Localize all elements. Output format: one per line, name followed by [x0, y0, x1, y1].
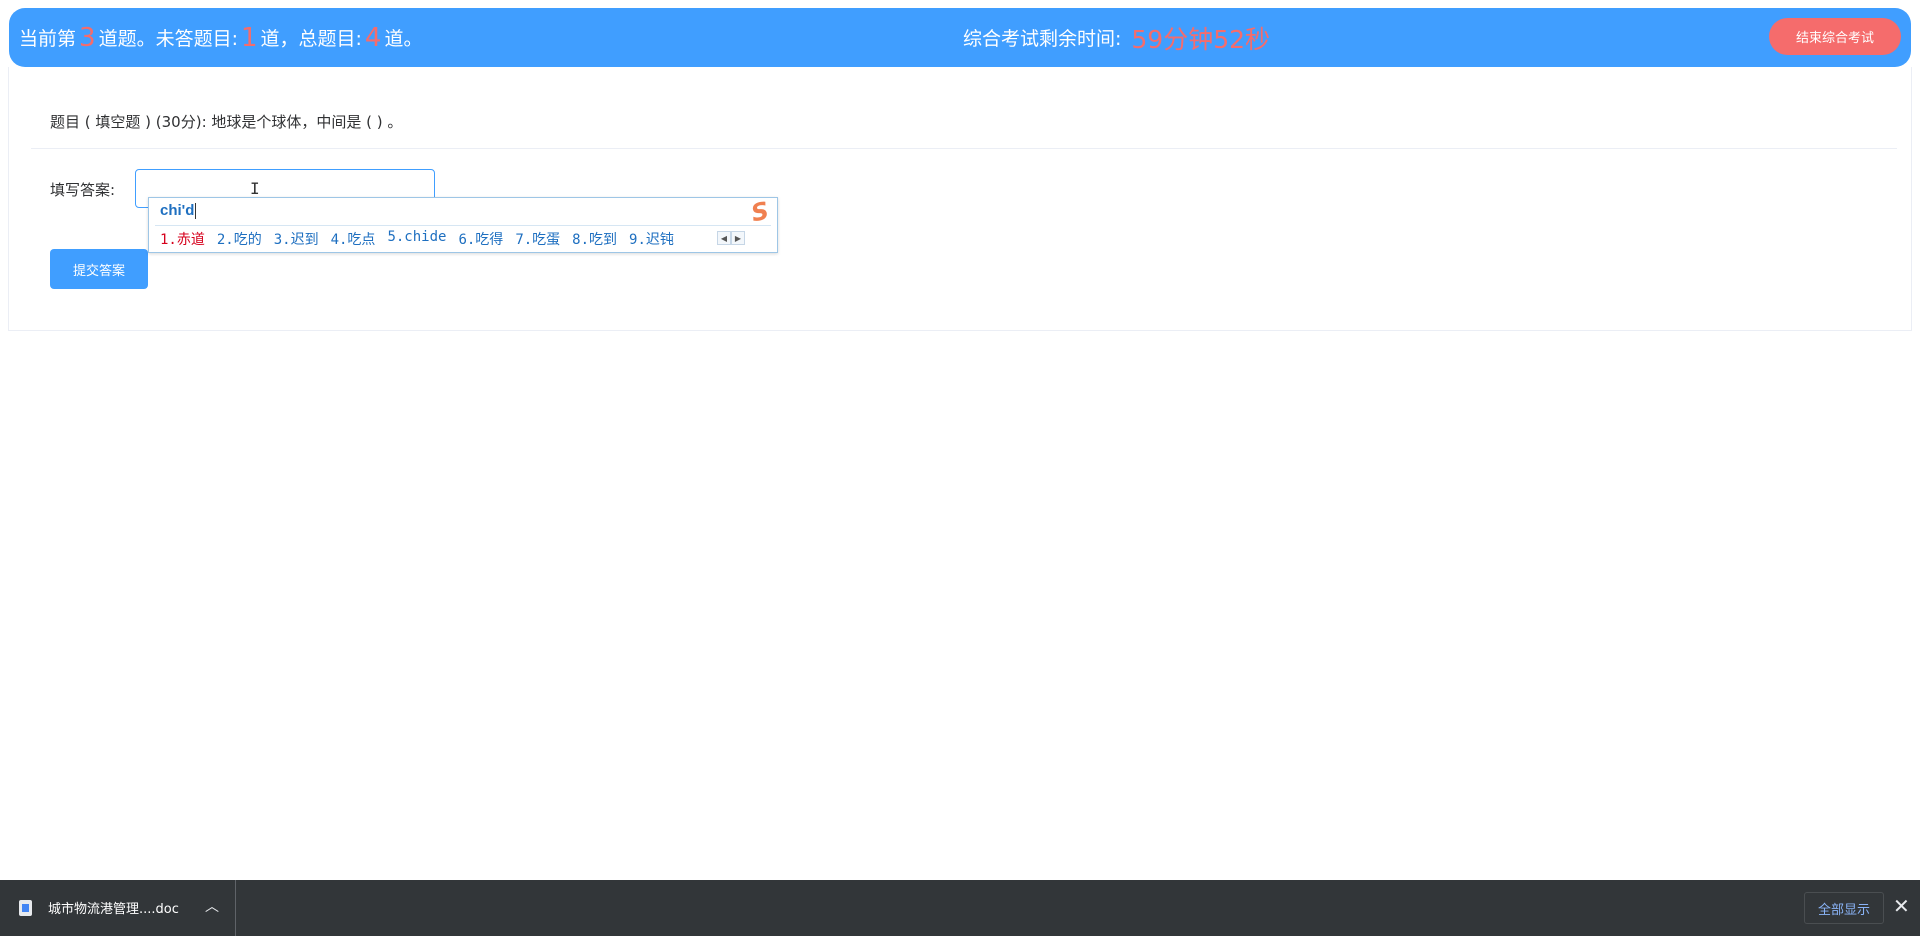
- close-icon[interactable]: ✕: [1893, 894, 1910, 918]
- current-question-number: 3: [79, 22, 96, 53]
- ime-candidate-window: chi'd S 1.赤道 2.吃的 3.迟到 4.吃点 5.chide 6.吃得…: [148, 197, 778, 253]
- download-item[interactable]: 城市物流港管理....doc ︿: [0, 880, 236, 936]
- ime-caret: [195, 203, 197, 220]
- ime-candidate[interactable]: 7.吃蛋: [515, 229, 560, 249]
- ime-candidate[interactable]: 5.chide: [387, 229, 446, 249]
- question-progress: 当前第 3 道题。未答题目: 1 道，总题目: 4 道。: [19, 8, 422, 67]
- ime-candidate[interactable]: 8.吃到: [572, 229, 617, 249]
- submit-answer-button[interactable]: 提交答案: [50, 249, 148, 289]
- document-file-icon: [19, 900, 32, 916]
- question-text: 题目 ( 填空题 ) (30分): 地球是个球体，中间是 ( ) 。: [50, 113, 403, 131]
- unanswered-count: 1: [240, 22, 258, 53]
- progress-total-label: 道，总题目:: [260, 28, 362, 50]
- ime-prev-page-icon[interactable]: ◀: [717, 231, 731, 245]
- timer-label: 综合考试剩余时间:: [963, 28, 1122, 50]
- ime-candidate[interactable]: 6.吃得: [458, 229, 503, 249]
- ime-pinyin-text: chi'd: [160, 202, 195, 219]
- exam-timer: 综合考试剩余时间: 59分钟52秒: [963, 8, 1270, 67]
- ime-candidate[interactable]: 2.吃的: [217, 229, 262, 249]
- ime-candidate[interactable]: 4.吃点: [331, 229, 376, 249]
- chevron-up-icon[interactable]: ︿: [205, 896, 219, 916]
- timer-value: 59分钟52秒: [1131, 24, 1271, 54]
- download-bar: 城市物流港管理....doc ︿ 全部显示 ✕: [0, 880, 1920, 936]
- answer-label: 填写答案:: [50, 181, 116, 199]
- exam-header: 当前第 3 道题。未答题目: 1 道，总题目: 4 道。 综合考试剩余时间: 5…: [9, 8, 1911, 67]
- download-file-name[interactable]: 城市物流港管理....doc: [48, 898, 179, 917]
- text-cursor-icon: I: [250, 179, 260, 198]
- end-exam-button[interactable]: 结束综合考试: [1769, 18, 1901, 55]
- ime-candidate-list: 1.赤道 2.吃的 3.迟到 4.吃点 5.chide 6.吃得 7.吃蛋 8.…: [160, 229, 686, 249]
- ime-separator: [155, 225, 771, 226]
- ime-candidate[interactable]: 9.迟钝: [629, 229, 674, 249]
- show-all-downloads-button[interactable]: 全部显示: [1804, 892, 1884, 924]
- progress-prefix: 当前第: [19, 28, 77, 50]
- ime-logo-icon: S: [748, 196, 772, 228]
- ime-pager: ◀ ▶: [717, 231, 745, 245]
- divider: [31, 148, 1897, 149]
- ime-candidate[interactable]: 1.赤道: [160, 229, 205, 249]
- ime-candidate[interactable]: 3.迟到: [274, 229, 319, 249]
- progress-unanswered-label: 道题。未答题目:: [98, 28, 238, 50]
- total-count: 4: [364, 22, 382, 53]
- ime-pinyin-composition: chi'd: [160, 202, 197, 220]
- ime-next-page-icon[interactable]: ▶: [731, 231, 745, 245]
- progress-suffix: 道。: [384, 28, 423, 50]
